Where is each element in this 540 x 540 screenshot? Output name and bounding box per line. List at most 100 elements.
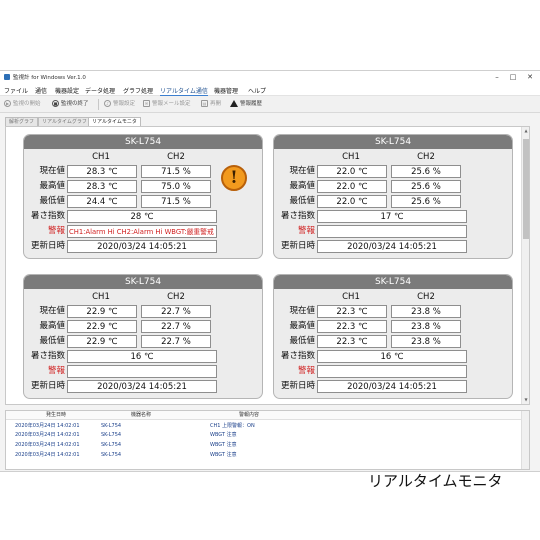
monitor-scrollbar[interactable]: ▲ ▼	[521, 127, 529, 404]
ch2-current-value: 22.7 %	[141, 305, 211, 318]
log-device: SK-L754	[101, 442, 122, 448]
current-label: 現在値	[289, 166, 315, 176]
updated-value: 2020/03/24 14:05:21	[67, 380, 217, 393]
ch1-current-value: 22.9 ℃	[67, 305, 137, 318]
alarm-exclamation-icon[interactable]: !	[221, 165, 247, 191]
log-col-device[interactable]: 機器名称	[131, 411, 151, 420]
log-header: 発生日時 機器名称 警報内容	[6, 411, 521, 420]
log-time: 2020年03月24日 14:02:01	[15, 442, 80, 448]
tab-realtime-graph[interactable]: リアルタイムグラフ	[38, 117, 91, 126]
scroll-up-icon[interactable]: ▲	[522, 127, 529, 135]
scroll-down-icon[interactable]: ▼	[522, 396, 529, 404]
ch2-max-value: 22.7 %	[141, 320, 211, 333]
updated-label: 更新日時	[280, 241, 315, 251]
alarm-mail-settings-button[interactable]: ✉ 警報メール設定	[143, 99, 191, 110]
device-panel: SK-L754 CH1 CH2 現在値 最高値 最低値 暑さ指数 警報 更新日時…	[273, 274, 513, 399]
ch2-max-value: 25.6 %	[391, 180, 461, 193]
menu-device-settings[interactable]: 機器設定	[55, 86, 79, 95]
ch2-current-value: 25.6 %	[391, 165, 461, 178]
ch1-header: CH1	[92, 152, 110, 162]
alarm-value: CH1:Alarm Hi CH2:Alarm Hi WBGT:厳重警戒	[67, 225, 217, 238]
caption: リアルタイムモニタ	[368, 472, 503, 490]
log-col-content[interactable]: 警報内容	[239, 411, 259, 420]
ch2-min-value: 23.8 %	[391, 335, 461, 348]
ch1-max-value: 28.3 ℃	[67, 180, 137, 193]
start-monitoring-button[interactable]: ▶ 監視の開始	[4, 99, 41, 110]
device-name: SK-L754	[274, 275, 512, 289]
max-label: 最高値	[289, 181, 315, 191]
ch2-header: CH2	[167, 292, 185, 302]
updated-value: 2020/03/24 14:05:21	[317, 380, 467, 393]
menu-graph-processing[interactable]: グラフ処理	[123, 86, 153, 95]
window-title: 監視計 for Windows Ver.1.0	[13, 75, 86, 81]
log-col-time[interactable]: 発生日時	[46, 411, 66, 420]
ch2-current-value: 23.8 %	[391, 305, 461, 318]
min-label: 最低値	[39, 196, 65, 206]
ch2-min-value: 22.7 %	[141, 335, 211, 348]
log-time: 2020年03月24日 14:02:01	[15, 452, 80, 458]
printer-icon: ▤	[201, 100, 208, 107]
ch2-header: CH2	[417, 152, 435, 162]
ch2-max-value: 23.8 %	[391, 320, 461, 333]
max-label: 最高値	[289, 321, 315, 331]
heat-index-label: 暑さ指数	[30, 211, 65, 221]
current-label: 現在値	[39, 306, 65, 316]
menu-device-management[interactable]: 機器管理	[214, 86, 238, 95]
app-window: 監視計 for Windows Ver.1.0 – □ ✕ ファイル 通信 機器…	[0, 70, 540, 472]
menu-realtime-communication[interactable]: リアルタイム通信	[160, 86, 208, 96]
stop-icon: ■	[52, 100, 59, 107]
log-time: 2020年03月24日 14:02:01	[15, 432, 80, 438]
ch1-min-value: 22.0 ℃	[317, 195, 387, 208]
toolbar: ▶ 監視の開始 ■ 監視の終了 ♪ 警報設定 ✉ 警報メール設定 ▤ 再開 警報履歴	[0, 96, 540, 113]
device-name: SK-L754	[274, 135, 512, 149]
heat-index-label: 暑さ指数	[30, 351, 65, 361]
alarm-settings-button[interactable]: ♪ 警報設定	[104, 99, 135, 110]
max-label: 最高値	[39, 181, 65, 191]
log-row[interactable]: 2020年03月24日 14:02:01 SK-L754 CH1 上限警報：ON	[6, 422, 521, 431]
menu-bar: ファイル 通信 機器設定 データ処理 グラフ処理 リアルタイム通信 機器管理 ヘ…	[0, 84, 540, 96]
alarm-value	[67, 365, 217, 378]
log-scrollbar[interactable]	[521, 411, 529, 469]
ch1-header: CH1	[342, 292, 360, 302]
menu-communication[interactable]: 通信	[35, 86, 47, 95]
scroll-thumb[interactable]	[523, 139, 529, 239]
log-row[interactable]: 2020年03月24日 14:02:01 SK-L754 WBGT 注意	[6, 451, 521, 460]
alarm-label: 警報	[297, 226, 315, 236]
min-label: 最低値	[39, 336, 65, 346]
stop-monitoring-button[interactable]: ■ 監視の終了	[52, 99, 89, 110]
menu-file[interactable]: ファイル	[4, 86, 28, 95]
menu-data-processing[interactable]: データ処理	[85, 86, 115, 95]
close-button[interactable]: ✕	[523, 72, 537, 82]
maximize-button[interactable]: □	[506, 72, 520, 82]
current-label: 現在値	[289, 306, 315, 316]
updated-value: 2020/03/24 14:05:21	[67, 240, 217, 253]
log-row[interactable]: 2020年03月24日 14:02:01 SK-L754 WBGT 注意	[6, 441, 521, 450]
ch1-min-value: 24.4 ℃	[67, 195, 137, 208]
bell-icon: ♪	[104, 100, 111, 107]
minimize-button[interactable]: –	[490, 72, 504, 82]
ch1-current-value: 22.0 ℃	[317, 165, 387, 178]
heat-index-label: 暑さ指数	[280, 211, 315, 221]
heat-index-value: 16 ℃	[317, 350, 467, 363]
tab-analysis-graph[interactable]: 解析グラフ	[5, 117, 39, 126]
device-panel: SK-L754 CH1 CH2 現在値 最高値 最低値 暑さ指数 警報 更新日時…	[273, 134, 513, 259]
ch1-header: CH1	[342, 152, 360, 162]
ch2-max-value: 75.0 %	[141, 180, 211, 193]
heat-index-value: 28 ℃	[67, 210, 217, 223]
ch1-max-value: 22.0 ℃	[317, 180, 387, 193]
view-tabs: 解析グラフ リアルタイムグラフ リアルタイムモニタ	[0, 114, 540, 126]
alarm-value	[317, 225, 467, 238]
tab-realtime-monitor[interactable]: リアルタイムモニタ	[88, 117, 141, 126]
ch1-max-value: 22.3 ℃	[317, 320, 387, 333]
min-label: 最低値	[289, 196, 315, 206]
log-content: CH1 上限警報：ON	[210, 423, 255, 429]
menu-help[interactable]: ヘルプ	[248, 86, 266, 95]
log-row[interactable]: 2020年03月24日 14:02:01 SK-L754 WBGT 注意	[6, 431, 521, 440]
alarm-history-button[interactable]: 警報履歴	[230, 99, 262, 110]
redraw-button[interactable]: ▤ 再開	[201, 99, 221, 110]
log-content: WBGT 注意	[210, 452, 237, 458]
ch1-header: CH1	[92, 292, 110, 302]
alarm-label: 警報	[47, 226, 65, 236]
alarm-label: 警報	[47, 366, 65, 376]
ch2-current-value: 71.5 %	[141, 165, 211, 178]
